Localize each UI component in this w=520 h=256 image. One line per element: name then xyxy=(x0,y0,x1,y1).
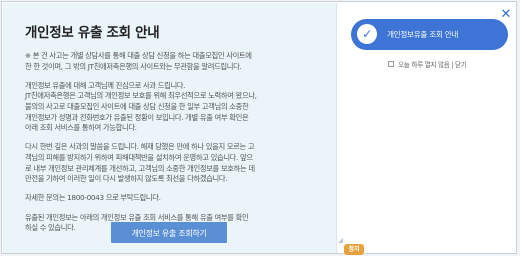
notice-line: 개인정보 유출에 대해 고객님께 진심으로 사과 드립니다. xyxy=(25,80,186,90)
status-badge[interactable]: 정지 xyxy=(344,244,364,255)
notice-paragraph-contact: 자세한 문의는 1800-0043 으로 부탁드립니다. xyxy=(25,193,314,204)
selected-notice-item[interactable]: 개인정보유출 조회 안내 xyxy=(351,19,508,50)
close-icon[interactable]: ✕ xyxy=(499,8,513,22)
notice-panel: 개인정보 유출 조회 안내 ※ 본 건 사고는 개별 상담사를 통해 대출 상담… xyxy=(3,3,337,253)
hide-today-option[interactable]: 오늘 하루 열지 않음 | 닫기 xyxy=(388,59,467,69)
selected-notice-label: 개인정보유출 조회 안내 xyxy=(387,30,459,39)
hide-today-label: 오늘 하루 열지 않음 | 닫기 xyxy=(398,61,467,69)
cta-container: 개인정보 유출 조회하기 xyxy=(2,221,336,243)
notice-title: 개인정보 유출 조회 안내 xyxy=(25,25,160,41)
notice-paragraph-measures: 다시 한번 깊은 사과의 말씀을 드립니다. 해재 당했은 만에 하나 있을지 … xyxy=(25,142,314,184)
check-circle-icon xyxy=(357,24,377,44)
notice-line: 아래 조회 서비스를 통하여 가능합니다. xyxy=(25,123,137,133)
panel-corner-decoration xyxy=(338,238,343,243)
notice-line: 한 한 것이며, 그 밖의 JT친애저축은행의 사이트와는 무관함을 알려드립니… xyxy=(25,61,242,71)
notice-line: 자세한 문의는 1800-0043 으로 부탁드립니다. xyxy=(25,193,161,203)
notice-paragraph-disclaimer: ※ 본 건 사고는 개별 상담사를 통해 대출 상담 신청을 하는 대출모집인 … xyxy=(25,51,314,72)
privacy-lookup-button[interactable]: 개인정보 유출 조회하기 xyxy=(111,222,227,243)
notice-line: 다시 한번 깊은 사과의 말씀을 드립니다. 해재 당했은 만에 하나 있을지 … xyxy=(25,142,255,152)
checkbox-icon[interactable] xyxy=(388,61,394,67)
notice-line: 로 내부 개인정보 관리체계를 개선하고, 고객님의 소중한 개인정보를 보호하… xyxy=(25,163,255,173)
popup-window: 개인정보 유출 조회 안내 ※ 본 건 사고는 개별 상담사를 통해 대출 상담… xyxy=(1,1,517,255)
notice-line: 개인정보가 성명과 전화번호가 유출된 정황이 보입니다. 개별 유출 여부 확… xyxy=(25,112,249,122)
notice-line: 만전을 기하여 이러한 일이 다시 발생하지 않도록 최선을 다하겠습니다. xyxy=(25,174,228,184)
notice-line: JT친애저축은행은 고객님의 개인정보 보호를 위해 최우선적으로 노력하여 왔… xyxy=(25,91,257,101)
notice-paragraph-apology: 개인정보 유출에 대해 고객님께 진심으로 사과 드립니다. JT친애저축은행은… xyxy=(25,81,314,134)
notice-line: 불의의 사고로 대출모집인 사이트에 대출 상담 신청을 한 일부 고객님의 소… xyxy=(25,101,249,111)
notice-line: 객님의 피해를 방지하기 위하여 피해대책반을 설치하여 운영하고 있습니다. … xyxy=(25,152,253,162)
notice-line: ※ 본 건 사고는 개별 상담사를 통해 대출 상담 신청을 하는 대출모집인 … xyxy=(25,51,252,60)
